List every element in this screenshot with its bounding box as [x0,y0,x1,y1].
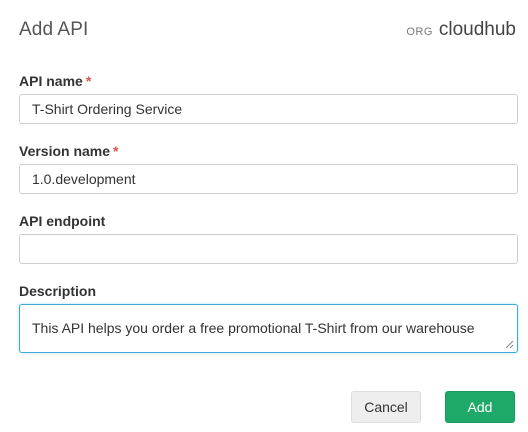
api-name-input[interactable] [19,94,518,124]
dialog-header: Add API ORG cloudhub [19,14,516,46]
org-indicator: ORG cloudhub [406,19,516,41]
version-name-field: Version name * [19,142,518,194]
api-endpoint-label: API endpoint [19,213,106,229]
api-endpoint-input[interactable] [19,234,518,264]
resize-grip-icon[interactable] [505,340,514,349]
version-name-label: Version name * [19,142,518,160]
cancel-button[interactable]: Cancel [351,391,421,423]
description-textarea[interactable]: This API helps you order a free promotio… [19,304,518,353]
api-name-field: API name * [19,72,518,124]
description-wrapper: This API helps you order a free promotio… [19,304,518,353]
dialog-title: Add API [19,19,89,40]
description-label: Description [19,283,97,299]
required-marker: * [113,143,119,159]
add-button[interactable]: Add [445,391,515,423]
org-label: ORG [406,26,433,38]
dialog-footer: Cancel Add [0,391,528,423]
add-api-dialog: Add API ORG cloudhub API name* Version n… [0,0,528,432]
org-name: cloudhub [438,19,516,40]
api-name-label-text: API name [19,73,83,89]
version-name-label-text: Version name [19,143,111,159]
api-endpoint-field: API endpoint [19,212,518,264]
version-name-input[interactable] [19,164,518,194]
description-field: Description This API helps you order a f… [19,282,518,353]
required-marker: * [85,73,92,89]
api-name-label: API name * [19,72,518,90]
